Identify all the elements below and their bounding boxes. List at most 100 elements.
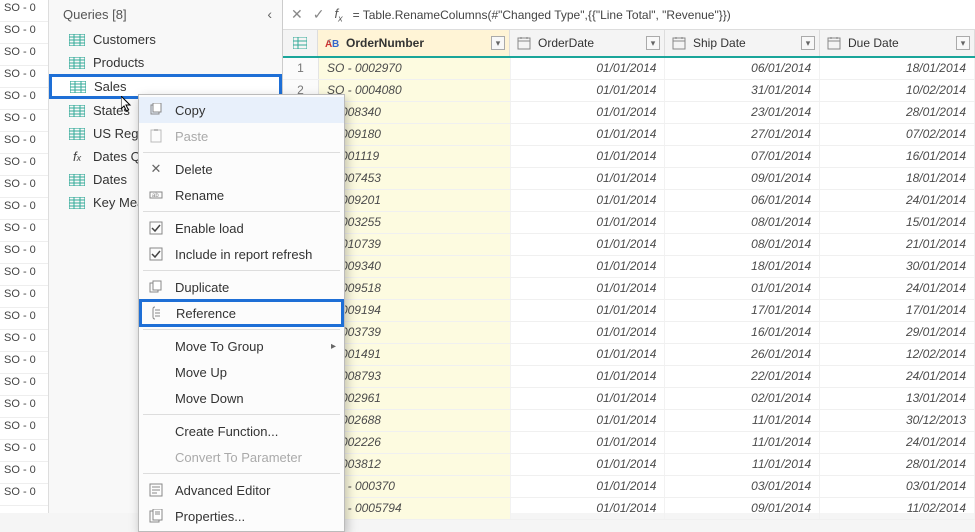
cell-date[interactable]: 01/01/2014 [511,124,666,145]
cell-date[interactable]: 06/01/2014 [665,190,820,211]
cell-date[interactable]: 21/01/2014 [820,234,975,255]
sidebar-item-products[interactable]: Products [49,51,282,74]
formula-accept-icon[interactable]: ✓ [313,6,325,23]
cell-ordernumber[interactable]: - 0009340 [319,256,511,277]
cell-date[interactable]: 01/01/2014 [511,476,666,497]
text-type-icon[interactable]: ABc [324,36,340,50]
cell-date[interactable]: 10/02/2014 [820,80,975,101]
cell-ordernumber[interactable]: SO - 0005794 [319,498,511,519]
cell-date[interactable]: 01/01/2014 [511,410,666,431]
cell-date[interactable]: 11/01/2014 [665,432,820,453]
date-type-icon[interactable] [826,36,842,50]
cell-ordernumber[interactable]: - 0002961 [319,388,511,409]
cell-date[interactable]: 31/01/2014 [665,80,820,101]
menu-item-delete[interactable]: ✕Delete [139,156,344,182]
cell-ordernumber[interactable]: - 0001491 [319,344,511,365]
cell-date[interactable]: 17/01/2014 [820,300,975,321]
cell-date[interactable]: 11/01/2014 [665,454,820,475]
cell-ordernumber[interactable]: - 0008793 [319,366,511,387]
column-header-due-date[interactable]: Due Date▾ [820,30,975,56]
cell-date[interactable]: 16/01/2014 [820,146,975,167]
cell-date[interactable]: 15/01/2014 [820,212,975,233]
cell-date[interactable]: 01/01/2014 [511,256,666,277]
cell-date[interactable]: 01/01/2014 [511,322,666,343]
table-row[interactable]: 2SO - 000408001/01/201431/01/201410/02/2… [283,80,975,102]
cell-ordernumber[interactable]: - 0001119 [319,146,511,167]
table-row[interactable]: - 000919401/01/201417/01/201417/01/2014 [283,300,975,322]
cell-ordernumber[interactable]: - 0008340 [319,102,511,123]
cell-ordernumber[interactable]: - 0002688 [319,410,511,431]
cell-ordernumber[interactable]: - 0003255 [319,212,511,233]
cell-date[interactable]: 01/01/2014 [511,454,666,475]
cell-ordernumber[interactable]: SO - 000370 [319,476,511,497]
cell-date[interactable]: 03/01/2014 [820,476,975,497]
cell-ordernumber[interactable]: - 0002226 [319,432,511,453]
cell-date[interactable]: 09/01/2014 [665,498,820,519]
cell-date[interactable]: 17/01/2014 [665,300,820,321]
formula-text[interactable]: = Table.RenameColumns(#"Changed Type",{{… [353,8,731,22]
cell-ordernumber[interactable]: - 0003812 [319,454,511,475]
table-row[interactable]: - 000381201/01/201411/01/201428/01/2014 [283,454,975,476]
column-header-orderdate[interactable]: OrderDate▾ [510,30,665,56]
cell-date[interactable]: 02/01/2014 [665,388,820,409]
table-row[interactable]: - 000745301/01/201409/01/201418/01/2014 [283,168,975,190]
menu-item-move-up[interactable]: Move Up [139,359,344,385]
queries-panel-header[interactable]: Queries [8] ‹ [49,0,282,28]
cell-date[interactable]: 01/01/2014 [511,190,666,211]
table-row[interactable]: - 001073901/01/201408/01/201421/01/2014 [283,234,975,256]
cell-date[interactable]: 06/01/2014 [665,58,820,79]
filter-dropdown-icon[interactable]: ▾ [801,36,815,50]
cell-date[interactable]: 29/01/2014 [820,322,975,343]
cell-date[interactable]: 27/01/2014 [665,124,820,145]
menu-item-move-to-group[interactable]: Move To Group▸ [139,333,344,359]
cell-date[interactable]: 01/01/2014 [511,58,666,79]
date-type-icon[interactable] [671,36,687,50]
cell-date[interactable]: 16/01/2014 [665,322,820,343]
menu-item-advanced-editor[interactable]: Advanced Editor [139,477,344,503]
cell-date[interactable]: 01/01/2014 [511,168,666,189]
table-row[interactable]: - 000934001/01/201418/01/201430/01/2014 [283,256,975,278]
cell-date[interactable]: 01/01/2014 [511,234,666,255]
menu-item-duplicate[interactable]: Duplicate [139,274,344,300]
cell-date[interactable]: 24/01/2014 [820,432,975,453]
cell-ordernumber[interactable]: - 0009201 [319,190,511,211]
table-row[interactable]: - 000373901/01/201416/01/201429/01/2014 [283,322,975,344]
table-row[interactable]: - 000325501/01/201408/01/201415/01/2014 [283,212,975,234]
cell-date[interactable]: 18/01/2014 [820,168,975,189]
cell-ordernumber[interactable]: - 0003739 [319,322,511,343]
cell-date[interactable]: 01/01/2014 [511,146,666,167]
table-row[interactable]: - 000834001/01/201423/01/201428/01/2014 [283,102,975,124]
sidebar-item-customers[interactable]: Customers [49,28,282,51]
cell-date[interactable]: 01/01/2014 [511,498,666,519]
filter-dropdown-icon[interactable]: ▾ [956,36,970,50]
rownum-header-icon[interactable] [283,30,318,56]
cell-ordernumber[interactable]: - 0009180 [319,124,511,145]
cell-date[interactable]: 08/01/2014 [665,212,820,233]
cell-date[interactable]: 01/01/2014 [511,80,666,101]
cell-date[interactable]: 26/01/2014 [665,344,820,365]
cell-date[interactable]: 28/01/2014 [820,102,975,123]
table-row[interactable]: - 000111901/01/201407/01/201416/01/2014 [283,146,975,168]
cell-date[interactable]: 01/01/2014 [511,366,666,387]
table-row[interactable]: - 000268801/01/201411/01/201430/12/2013 [283,410,975,432]
cell-date[interactable]: 13/01/2014 [820,388,975,409]
menu-item-create-function[interactable]: Create Function... [139,418,344,444]
cell-date[interactable]: 23/01/2014 [665,102,820,123]
formula-cancel-icon[interactable]: ✕ [291,6,303,23]
cell-date[interactable]: 11/02/2014 [820,498,975,519]
menu-item-include-in-report-refresh[interactable]: Include in report refresh [139,241,344,267]
row-number[interactable]: 1 [283,58,319,79]
table-row[interactable]: - 000296101/01/201402/01/201413/01/2014 [283,388,975,410]
cell-date[interactable]: 08/01/2014 [665,234,820,255]
menu-item-rename[interactable]: abRename [139,182,344,208]
table-row[interactable]: - 000920101/01/201406/01/201424/01/2014 [283,190,975,212]
cell-date[interactable]: 24/01/2014 [820,278,975,299]
date-type-icon[interactable] [516,36,532,50]
cell-date[interactable]: 22/01/2014 [665,366,820,387]
menu-item-properties[interactable]: Properties... [139,503,344,529]
table-row[interactable]: - 000222601/01/201411/01/201424/01/2014 [283,432,975,454]
cell-date[interactable]: 11/01/2014 [665,410,820,431]
cell-date[interactable]: 01/01/2014 [511,300,666,321]
cell-date[interactable]: 03/01/2014 [665,476,820,497]
cell-date[interactable]: 30/01/2014 [820,256,975,277]
